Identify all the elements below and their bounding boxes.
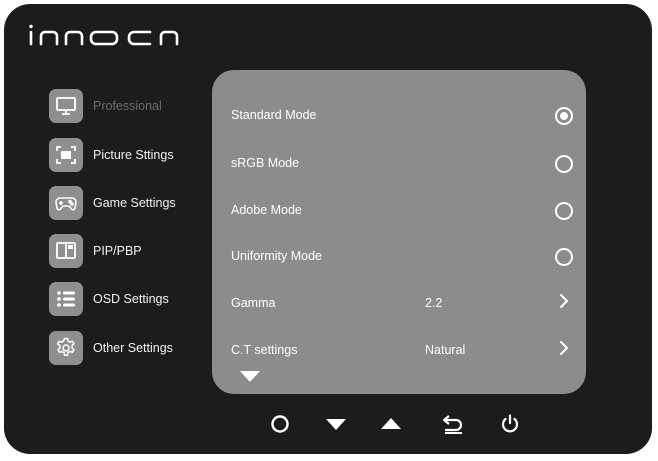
sidebar-item-pip-pbp[interactable]: PIP/PBP <box>49 234 142 268</box>
up-button[interactable] <box>379 412 403 436</box>
brand-logo <box>28 24 198 48</box>
monitor-icon <box>49 89 83 123</box>
sidebar-item-label: Professional <box>93 99 162 113</box>
radio-icon[interactable] <box>555 155 573 173</box>
gamepad-icon <box>49 186 83 220</box>
chevron-down-icon[interactable] <box>240 370 260 388</box>
option-label: Gamma <box>231 296 276 310</box>
settings-panel: Standard Mode sRGB Mode Adobe Mode Unifo… <box>212 70 586 394</box>
option-uniformity-mode[interactable]: Uniformity Mode <box>212 245 586 269</box>
chevron-right-icon[interactable] <box>559 340 569 361</box>
sidebar-item-picture-settings[interactable]: Picture Sttings <box>49 138 174 172</box>
back-button[interactable] <box>441 412 465 436</box>
return-arrow-icon <box>442 415 463 434</box>
triangle-down-icon <box>326 419 346 430</box>
radio-icon[interactable] <box>555 248 573 266</box>
sidebar-item-label: PIP/PBP <box>93 244 142 258</box>
option-srgb-mode[interactable]: sRGB Mode <box>212 152 586 176</box>
pip-icon <box>49 234 83 268</box>
sidebar-item-professional[interactable]: Professional <box>49 89 162 123</box>
sidebar-item-label: Other Settings <box>93 341 173 355</box>
radio-icon[interactable] <box>555 202 573 220</box>
chevron-right-icon[interactable] <box>559 293 569 314</box>
option-gamma[interactable]: Gamma 2.2 <box>212 292 586 316</box>
power-icon <box>501 414 519 433</box>
ct-value: Natural <box>425 343 466 357</box>
sidebar-item-game-settings[interactable]: Game Settings <box>49 186 176 220</box>
triangle-up-icon <box>381 418 401 429</box>
list-icon <box>49 282 83 316</box>
power-button[interactable] <box>498 412 522 436</box>
picture-frame-icon <box>49 138 83 172</box>
option-label: C.T settings <box>231 343 298 357</box>
option-label: Standard Mode <box>231 108 317 122</box>
option-adobe-mode[interactable]: Adobe Mode <box>212 199 586 223</box>
sidebar-item-label: Picture Sttings <box>93 148 174 162</box>
option-label: sRGB Mode <box>231 156 300 170</box>
sidebar-item-label: OSD Settings <box>93 292 169 306</box>
osd-frame: Professional Picture Sttings Game Settin… <box>4 4 652 454</box>
ok-button[interactable] <box>268 412 292 436</box>
radio-selected-icon[interactable] <box>555 107 573 125</box>
down-button[interactable] <box>324 412 348 436</box>
option-label: Adobe Mode <box>231 203 302 217</box>
circle-icon <box>271 415 289 433</box>
sidebar-item-label: Game Settings <box>93 196 176 210</box>
option-ct-settings[interactable]: C.T settings Natural <box>212 339 586 363</box>
option-label: Uniformity Mode <box>231 249 322 263</box>
gamma-value: 2.2 <box>425 296 443 310</box>
sidebar-item-other-settings[interactable]: Other Settings <box>49 331 173 365</box>
gear-icon <box>49 331 83 365</box>
option-standard-mode[interactable]: Standard Mode <box>212 104 586 128</box>
sidebar-item-osd-settings[interactable]: OSD Settings <box>49 282 169 316</box>
